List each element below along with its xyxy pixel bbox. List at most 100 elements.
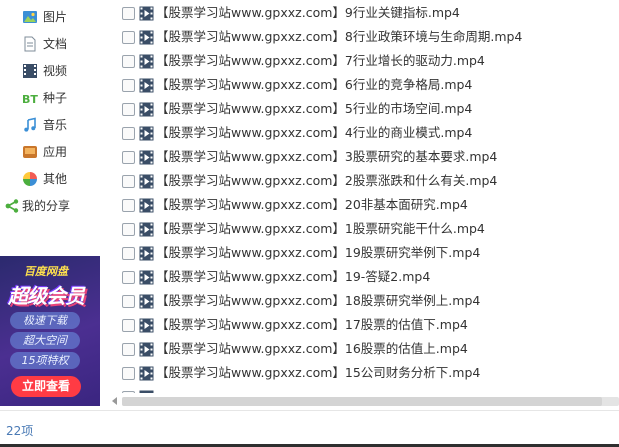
file-row[interactable]: 【股票学习站www.gpxxz.com】9行业关键指标.mp4 bbox=[106, 1, 619, 25]
sidebar-item-label: 我的分享 bbox=[22, 199, 71, 213]
horizontal-scrollbar[interactable] bbox=[106, 393, 619, 410]
video-icon bbox=[23, 64, 37, 78]
scroll-thumb[interactable] bbox=[122, 397, 602, 406]
file-row[interactable]: 【股票学习站www.gpxxz.com】20非基本面研究.mp4 bbox=[106, 193, 619, 217]
row-checkbox[interactable] bbox=[122, 319, 135, 332]
row-checkbox[interactable] bbox=[122, 175, 135, 188]
file-row[interactable]: 【股票学习站www.gpxxz.com】4行业的商业模式.mp4 bbox=[106, 121, 619, 145]
video-file-icon bbox=[139, 6, 154, 21]
row-checkbox[interactable] bbox=[122, 151, 135, 164]
row-checkbox[interactable] bbox=[122, 199, 135, 212]
file-name[interactable]: 【股票学习站www.gpxxz.com】16股票的估值上.mp4 bbox=[156, 341, 468, 357]
sidebar-item-label: 音乐 bbox=[43, 118, 68, 132]
file-row[interactable]: 【股票学习站www.gpxxz.com】2股票涨跌和什么有关.mp4 bbox=[106, 169, 619, 193]
file-row[interactable]: 【股票学习站www.gpxxz.com】17股票的估值下.mp4 bbox=[106, 313, 619, 337]
sidebar-item-pictures[interactable]: 图片 bbox=[0, 5, 106, 29]
file-row[interactable]: 【股票学习站www.gpxxz.com】7行业增长的驱动力.mp4 bbox=[106, 49, 619, 73]
sidebar-item-label: 图片 bbox=[43, 10, 68, 24]
row-checkbox[interactable] bbox=[122, 367, 135, 380]
video-file-icon bbox=[139, 198, 154, 213]
sidebar-item-label: 文档 bbox=[43, 37, 68, 51]
row-checkbox[interactable] bbox=[122, 31, 135, 44]
file-name[interactable]: 【股票学习站www.gpxxz.com】6行业的竞争格局.mp4 bbox=[156, 77, 472, 93]
video-file-icon bbox=[139, 222, 154, 237]
sidebar-item-my-share[interactable]: 我的分享 bbox=[0, 194, 106, 218]
file-row[interactable]: 【股票学习站www.gpxxz.com】16股票的估值上.mp4 bbox=[106, 337, 619, 361]
share-icon bbox=[5, 199, 19, 213]
sidebar-item-apps[interactable]: 应用 bbox=[0, 140, 106, 164]
file-row[interactable]: 【股票学习站www.gpxxz.com】5行业的市场空间.mp4 bbox=[106, 97, 619, 121]
file-name[interactable]: 【股票学习站www.gpxxz.com】15公司财务分析下.mp4 bbox=[156, 365, 480, 381]
file-row[interactable]: 【股票学习站www.gpxxz.com】8行业政策环境与生命周期.mp4 bbox=[106, 25, 619, 49]
row-checkbox[interactable] bbox=[122, 343, 135, 356]
document-icon bbox=[24, 36, 36, 52]
sidebar-item-label: 应用 bbox=[43, 145, 68, 159]
picture-icon bbox=[23, 11, 37, 23]
video-file-icon bbox=[139, 30, 154, 45]
file-name[interactable]: 【股票学习站www.gpxxz.com】5行业的市场空间.mp4 bbox=[156, 101, 472, 117]
video-file-icon bbox=[139, 342, 154, 357]
promo-headline: 超级会员 bbox=[8, 284, 85, 308]
video-file-icon bbox=[139, 174, 154, 189]
vip-promo-banner[interactable]: 百度网盘 超级会员 极速下载 超大空间 15项特权 立即查看 bbox=[0, 256, 100, 406]
file-name[interactable]: 【股票学习站www.gpxxz.com】19-答疑2.mp4 bbox=[156, 269, 430, 285]
file-name[interactable]: 【股票学习站www.gpxxz.com】4行业的商业模式.mp4 bbox=[156, 125, 472, 141]
sidebar-item-other[interactable]: 其他 bbox=[0, 167, 106, 191]
promo-view-button[interactable]: 立即查看 bbox=[11, 376, 81, 397]
file-row[interactable]: 【股票学习站www.gpxxz.com】18股票研究举例上.mp4 bbox=[106, 289, 619, 313]
file-row-partial[interactable] bbox=[106, 385, 619, 393]
row-checkbox[interactable] bbox=[122, 7, 135, 20]
sidebar-item-label: 视频 bbox=[43, 64, 68, 78]
video-file-icon bbox=[139, 246, 154, 261]
file-name[interactable]: 【股票学习站www.gpxxz.com】20非基本面研究.mp4 bbox=[156, 197, 468, 213]
file-name[interactable]: 【股票学习站www.gpxxz.com】3股票研究的基本要求.mp4 bbox=[156, 149, 497, 165]
file-name[interactable]: 【股票学习站www.gpxxz.com】9行业关键指标.mp4 bbox=[156, 5, 460, 21]
video-file-icon bbox=[139, 366, 154, 381]
file-name[interactable]: 【股票学习站www.gpxxz.com】8行业政策环境与生命周期.mp4 bbox=[156, 29, 522, 45]
file-row[interactable]: 【股票学习站www.gpxxz.com】19-答疑2.mp4 bbox=[106, 265, 619, 289]
row-checkbox[interactable] bbox=[122, 127, 135, 140]
row-checkbox[interactable] bbox=[122, 79, 135, 92]
file-row[interactable]: 【股票学习站www.gpxxz.com】3股票研究的基本要求.mp4 bbox=[106, 145, 619, 169]
music-icon bbox=[24, 117, 36, 132]
row-checkbox[interactable] bbox=[122, 247, 135, 260]
file-name[interactable]: 【股票学习站www.gpxxz.com】19股票研究举例下.mp4 bbox=[156, 245, 480, 261]
sidebar-item-torrents[interactable]: BT 种子 bbox=[0, 86, 106, 110]
sidebar-item-music[interactable]: 音乐 bbox=[0, 113, 106, 137]
other-icon bbox=[23, 172, 37, 186]
promo-benefit: 15项特权 bbox=[10, 352, 80, 369]
file-row[interactable]: 【股票学习站www.gpxxz.com】15公司财务分析下.mp4 bbox=[106, 361, 619, 385]
promo-brand: 百度网盘 bbox=[24, 265, 68, 278]
row-checkbox[interactable] bbox=[122, 295, 135, 308]
video-file-icon bbox=[139, 102, 154, 117]
promo-benefit: 超大空间 bbox=[10, 332, 80, 349]
video-file-icon bbox=[139, 270, 154, 285]
row-checkbox[interactable] bbox=[122, 103, 135, 116]
promo-benefit: 极速下载 bbox=[10, 312, 80, 329]
file-name[interactable]: 【股票学习站www.gpxxz.com】17股票的估值下.mp4 bbox=[156, 317, 468, 333]
sidebar: 图片 文档 视频 BT 种子 音乐 应用 其他 我的分享 百度网盘 超级会员 极… bbox=[0, 0, 106, 410]
sidebar-item-videos[interactable]: 视频 bbox=[0, 59, 106, 83]
file-row[interactable]: 【股票学习站www.gpxxz.com】6行业的竞争格局.mp4 bbox=[106, 73, 619, 97]
file-name[interactable]: 【股票学习站www.gpxxz.com】1股票研究能干什么.mp4 bbox=[156, 221, 485, 237]
video-file-icon bbox=[139, 294, 154, 309]
app-icon bbox=[23, 146, 37, 158]
item-count: 22项 bbox=[6, 424, 34, 438]
file-name[interactable]: 【股票学习站www.gpxxz.com】2股票涨跌和什么有关.mp4 bbox=[156, 173, 497, 189]
sidebar-item-label: 种子 bbox=[43, 91, 68, 105]
sidebar-item-documents[interactable]: 文档 bbox=[0, 32, 106, 56]
svg-text:BT: BT bbox=[22, 93, 38, 106]
row-checkbox[interactable] bbox=[122, 223, 135, 236]
video-file-icon bbox=[139, 318, 154, 333]
file-list: 【股票学习站www.gpxxz.com】9行业关键指标.mp4 【股票学习站ww… bbox=[106, 0, 619, 393]
file-row[interactable]: 【股票学习站www.gpxxz.com】19股票研究举例下.mp4 bbox=[106, 241, 619, 265]
row-checkbox[interactable] bbox=[122, 55, 135, 68]
file-name[interactable]: 【股票学习站www.gpxxz.com】18股票研究举例上.mp4 bbox=[156, 293, 480, 309]
file-name[interactable]: 【股票学习站www.gpxxz.com】7行业增长的驱动力.mp4 bbox=[156, 53, 485, 69]
row-checkbox[interactable] bbox=[122, 271, 135, 284]
sidebar-item-label: 其他 bbox=[43, 172, 68, 186]
video-file-icon bbox=[139, 54, 154, 69]
file-row[interactable]: 【股票学习站www.gpxxz.com】1股票研究能干什么.mp4 bbox=[106, 217, 619, 241]
bt-icon: BT bbox=[22, 93, 38, 106]
scroll-left-arrow-icon[interactable] bbox=[112, 397, 117, 405]
